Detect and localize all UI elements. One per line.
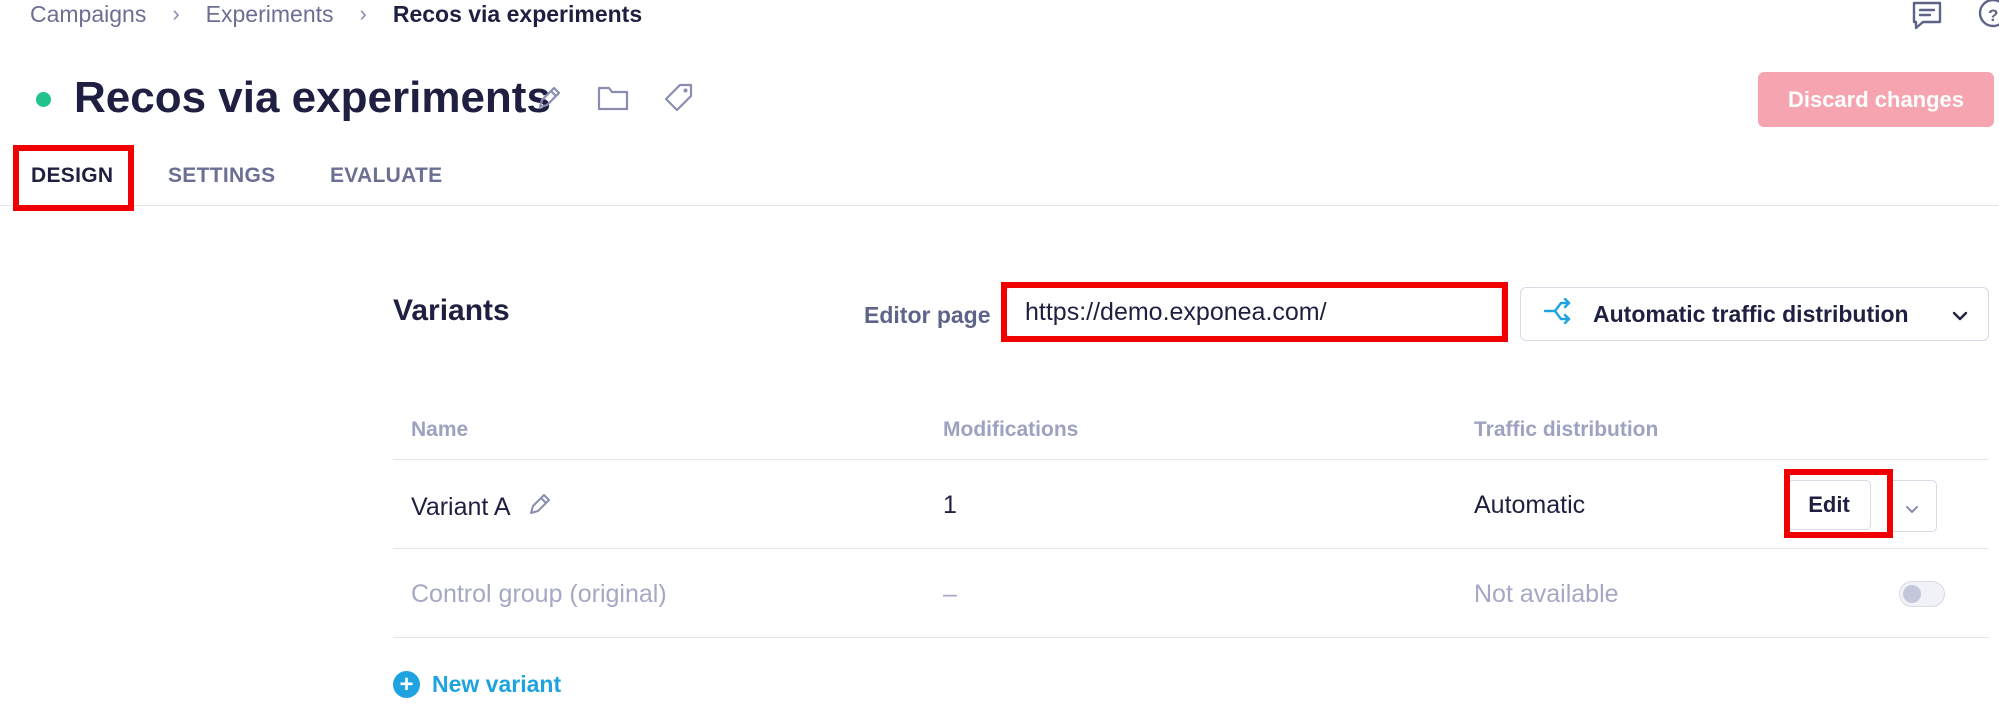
title-actions <box>535 82 695 114</box>
variant-name-cell: Variant A <box>411 491 553 524</box>
traffic-value: Automatic <box>1474 491 1586 519</box>
svg-text:?: ? <box>1988 6 1998 25</box>
tab-settings[interactable]: SETTINGS <box>168 164 275 188</box>
comment-icon[interactable] <box>1911 0 1943 30</box>
tag-icon[interactable] <box>663 82 695 114</box>
breadcrumb: Campaigns › Experiments › Recos via expe… <box>30 0 642 28</box>
pencil-icon[interactable] <box>535 84 563 112</box>
editor-page-label: Editor page <box>864 302 991 328</box>
column-header-modifications: Modifications <box>943 418 1079 441</box>
modifications-count: 1 <box>943 491 957 519</box>
edit-variant-button[interactable]: Edit <box>1787 480 1871 530</box>
folder-icon[interactable] <box>597 84 629 112</box>
tab-bar: DESIGN SETTINGS EVALUATE <box>0 146 1999 206</box>
toggle-knob <box>1903 585 1921 603</box>
plus-icon: + <box>393 671 420 698</box>
top-right-icons: ? <box>1911 0 1999 30</box>
variant-options-button[interactable] <box>1887 480 1937 532</box>
tab-evaluate[interactable]: EVALUATE <box>330 164 442 188</box>
variant-name: Variant A <box>411 493 511 521</box>
variants-title: Variants <box>393 294 510 327</box>
modifications-count: – <box>943 580 957 608</box>
new-variant-label: New variant <box>432 671 562 697</box>
variants-table: Name Modifications Traffic distribution … <box>393 400 1989 638</box>
help-icon[interactable]: ? <box>1977 0 1999 30</box>
split-icon <box>1543 297 1573 330</box>
traffic-distribution-label: Automatic traffic distribution <box>1593 300 1909 327</box>
status-dot <box>36 92 51 107</box>
breadcrumb-campaigns[interactable]: Campaigns <box>30 1 146 28</box>
table-row: Variant A 1 Automatic Edit <box>393 460 1989 549</box>
column-header-traffic: Traffic distribution <box>1474 418 1659 441</box>
breadcrumb-separator: › <box>359 1 367 26</box>
table-header: Name Modifications Traffic distribution <box>393 400 1989 460</box>
chevron-down-icon <box>1905 492 1919 521</box>
new-variant-button[interactable]: + New variant <box>393 671 561 698</box>
chevron-down-icon <box>1952 301 1968 328</box>
traffic-distribution-select[interactable]: Automatic traffic distribution <box>1520 287 1989 341</box>
column-header-name: Name <box>411 418 469 441</box>
breadcrumb-separator: › <box>172 1 180 26</box>
discard-changes-button[interactable]: Discard changes <box>1758 72 1994 127</box>
control-group-toggle[interactable] <box>1899 581 1945 607</box>
variant-name: Control group (original) <box>411 580 667 608</box>
editor-page-url-input[interactable] <box>1006 287 1502 337</box>
page-title: Recos via experiments <box>74 73 551 122</box>
breadcrumb-experiments[interactable]: Experiments <box>206 1 334 28</box>
table-row: Control group (original) – Not available <box>393 549 1989 638</box>
pencil-icon[interactable] <box>527 491 553 524</box>
tab-design[interactable]: DESIGN <box>31 164 113 188</box>
traffic-value: Not available <box>1474 580 1619 608</box>
breadcrumb-current: Recos via experiments <box>392 0 643 27</box>
